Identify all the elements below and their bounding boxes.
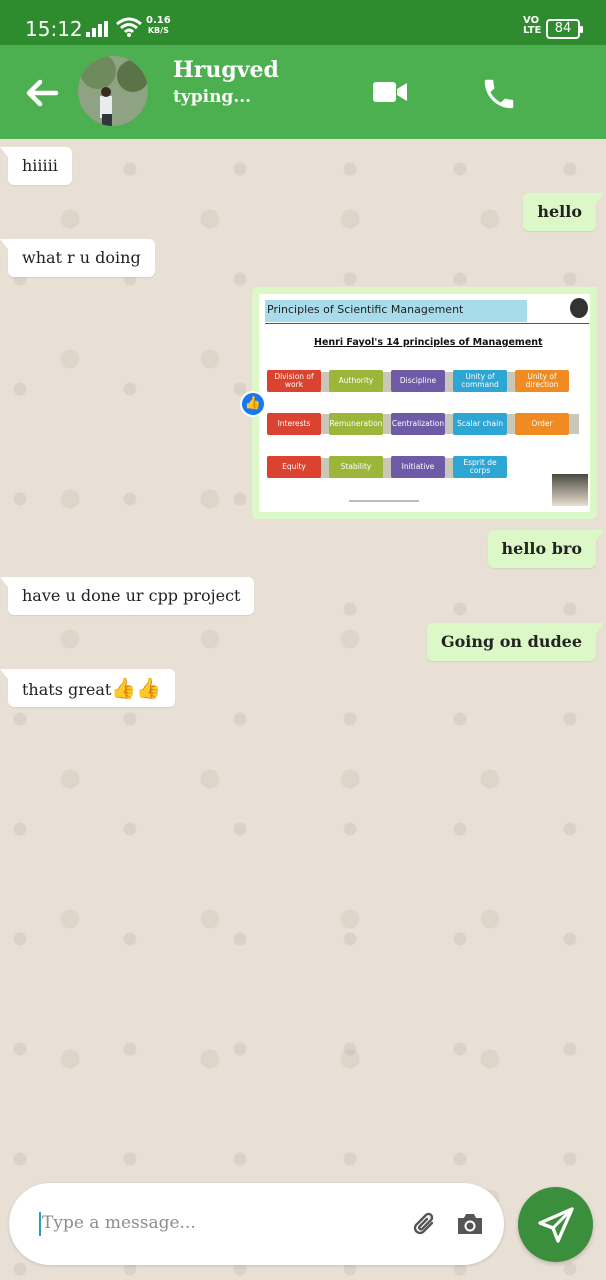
message-text: hiiiii	[22, 156, 58, 175]
contact-name[interactable]: Hrugved	[173, 57, 279, 83]
volte-indicator: VO LTE	[523, 16, 541, 36]
message-input[interactable]	[42, 1203, 382, 1243]
slide-presenter-photo	[552, 474, 588, 506]
principle-box: Authority	[329, 370, 383, 392]
attach-icon[interactable]	[410, 1209, 440, 1239]
battery-icon: 84	[546, 19, 583, 39]
network-speed-unit: KB/S	[147, 26, 169, 35]
principle-box: Equity	[267, 456, 321, 478]
slide-subtitle: Henri Fayol's 14 principles of Managemen…	[314, 337, 543, 348]
battery-level: 84	[554, 21, 572, 36]
principle-box: Division of work	[267, 370, 321, 392]
camera-icon[interactable]	[455, 1211, 485, 1237]
phone-icon[interactable]	[480, 75, 518, 113]
status-bar: 15:12 0.16 KB/S VO LTE 84	[0, 0, 606, 45]
message-incoming[interactable]: thats great👍👍	[0, 669, 176, 707]
network-speed-value: 0.16	[146, 15, 171, 26]
typing-status: typing...	[173, 87, 252, 107]
message-incoming[interactable]: have u done ur cpp project	[0, 577, 255, 615]
message-incoming[interactable]: what r u doing	[0, 239, 155, 277]
chat-header: Hrugved typing...	[0, 45, 606, 139]
principle-box: Stability	[329, 456, 383, 478]
wifi-icon	[116, 17, 142, 37]
principle-box: Esprit de corps	[453, 456, 507, 478]
contact-avatar[interactable]	[78, 56, 148, 126]
status-time: 15:12	[25, 17, 83, 41]
message-text: hello bro	[501, 539, 583, 558]
message-outgoing[interactable]: hello	[523, 193, 604, 231]
chat-area[interactable]: hiiiii hello what r u doing Principles o…	[0, 139, 606, 1280]
principle-box: Order	[515, 413, 569, 435]
slide-footer	[349, 500, 419, 502]
message-composer[interactable]	[9, 1183, 504, 1265]
image-message[interactable]: Principles of Scientific Management Henr…	[252, 287, 597, 519]
message-incoming[interactable]: hiiiii	[0, 147, 72, 185]
slide-title: Principles of Scientific Management	[267, 303, 464, 316]
thumbs-up-emoji: 👍👍	[111, 676, 162, 700]
text-caret	[39, 1212, 41, 1236]
send-button[interactable]	[518, 1187, 593, 1262]
principle-box: Interests	[267, 413, 321, 435]
message-text: Going on dudee	[440, 632, 582, 651]
volte-line2: LTE	[523, 25, 542, 36]
thumbs-up-icon[interactable]: 👍	[240, 391, 266, 417]
message-text: what r u doing	[22, 248, 141, 267]
slide-image[interactable]: Principles of Scientific Management Henr…	[259, 294, 590, 512]
network-speed: 0.16 KB/S	[146, 16, 171, 36]
principle-box: Discipline	[391, 370, 445, 392]
back-arrow-icon[interactable]	[22, 73, 62, 113]
message-text: thats great	[22, 680, 112, 699]
send-icon	[538, 1207, 574, 1243]
principle-box: Unity of direction	[515, 370, 569, 392]
message-text: have u done ur cpp project	[22, 586, 241, 605]
principle-box: Centralization	[391, 413, 445, 435]
slide-logo	[570, 298, 588, 318]
principle-box: Initiative	[391, 456, 445, 478]
slide-divider	[265, 323, 589, 324]
message-outgoing[interactable]: Going on dudee	[426, 623, 605, 661]
video-call-icon[interactable]	[372, 78, 408, 106]
principle-box: Remuneration	[329, 413, 383, 435]
principle-box: Scalar chain	[453, 413, 507, 435]
principle-box: Unity of command	[453, 370, 507, 392]
message-outgoing[interactable]: hello bro	[487, 530, 604, 568]
message-text: hello	[537, 202, 582, 221]
signal-icon	[86, 21, 110, 37]
